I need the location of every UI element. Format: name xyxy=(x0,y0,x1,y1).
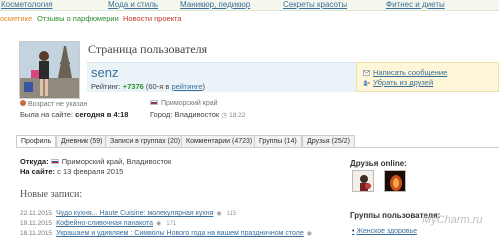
user-age-text: Возраст не указан xyxy=(28,101,88,108)
user-avatar[interactable] xyxy=(19,41,80,99)
nav-link-beauty-secrets[interactable]: Секреты красоты xyxy=(283,0,347,9)
origin-label: Откуда: xyxy=(20,157,49,166)
clock-icon: ◷ xyxy=(221,112,227,119)
list-item: 19.11.2015 Кофейно-сливочная панакота ◉ 17… xyxy=(20,220,176,227)
entry-link[interactable]: Украшаем и удивляем : Символы Нового год… xyxy=(56,230,304,237)
city-local-time: 18:22 xyxy=(229,112,246,119)
subnav-link-project-news[interactable]: Новости проекта xyxy=(123,14,182,23)
group-link-label: Женское здоровье xyxy=(356,228,418,235)
username: senz xyxy=(91,65,119,80)
entry-views: 171 xyxy=(166,221,177,227)
last-seen-label: Была на сайте: xyxy=(20,110,74,119)
new-entries-heading: Новые записи: xyxy=(20,189,83,200)
entry-date: 19.11.2015 xyxy=(20,220,53,227)
list-item: 18.11.2015 Украшаем и удивляем : Символы … xyxy=(20,230,312,237)
sub-navigation: осметике Отзывы о парфюмерии Новости про… xyxy=(0,13,499,25)
remove-friend-label: Убрать из друзей xyxy=(373,78,434,87)
remove-friend-icon xyxy=(363,79,370,86)
rating-label: Рейтинг: xyxy=(91,82,121,91)
send-message-button[interactable]: Написать сообщение xyxy=(363,68,447,77)
nav-link-fitness[interactable]: Фитнес и диеты xyxy=(386,0,445,9)
person-icon xyxy=(20,100,26,106)
city-value: Владивосток xyxy=(174,110,220,119)
rating-link[interactable]: рейтинге xyxy=(171,82,202,91)
user-header-bar: senz Рейтинг: +7376 (60-я в рейтинге) xyxy=(87,62,357,92)
friends-online-heading: Друзья online: xyxy=(350,159,407,168)
page-title: Страница пользователя xyxy=(88,42,208,56)
russia-flag-icon xyxy=(50,159,59,164)
russia-flag-icon xyxy=(150,100,158,105)
entry-date: 22.11.2015 xyxy=(20,210,53,217)
list-item: 22.11.2015 Чудо кухня... Haute Cuisine: м… xyxy=(20,210,236,217)
city-label: Город: xyxy=(150,110,173,119)
entry-link[interactable]: Кофейно-сливочная панакота xyxy=(56,220,153,227)
origin-value: Приморский край, Владивосток xyxy=(61,157,172,166)
user-rating: Рейтинг: +7376 (60-я в рейтинге) xyxy=(91,82,205,91)
nav-link-manicure[interactable]: Маникюр, педикюр xyxy=(180,0,250,9)
region-text: Приморский край xyxy=(161,100,218,107)
views-icon: ◉ xyxy=(216,211,222,217)
send-message-label: Написать сообщение xyxy=(373,68,448,77)
friend-avatar[interactable] xyxy=(352,170,374,192)
rating-place: (60-я в xyxy=(145,82,170,91)
subnav-link-perfume-reviews[interactable]: Отзывы о парфюмерии xyxy=(37,14,119,23)
user-region: Приморский край xyxy=(150,100,218,107)
site-watermark: MyCharm.ru xyxy=(422,214,483,226)
entry-link[interactable]: Чудо кухня... Haute Cuisine: молекулярна… xyxy=(56,210,213,217)
rating-close: ) xyxy=(202,82,206,91)
last-seen-value: сегодня в 4:18 xyxy=(75,110,129,119)
nav-link-fashion[interactable]: Мода и стиль xyxy=(108,0,158,9)
entry-views: 115 xyxy=(226,211,237,217)
last-seen: Была на сайте: сегодня в 4:18 xyxy=(20,110,128,119)
registration-date: На сайте: с 13 февраля 2015 xyxy=(20,167,123,176)
views-icon: ◉ xyxy=(306,231,312,237)
user-origin: Откуда: Приморский край, Владивосток xyxy=(20,157,171,166)
friend-avatar[interactable] xyxy=(384,170,406,192)
profile-content: Откуда: Приморский край, Владивосток На … xyxy=(16,148,499,241)
user-actions-panel: Написать сообщение Убрать из друзей xyxy=(356,62,499,92)
user-city: Город: Владивосток ◷ 18:22 xyxy=(150,110,245,119)
top-navigation: Косметология Мода и стиль Маникюр, педик… xyxy=(0,0,499,11)
registration-label: На сайте: xyxy=(20,167,56,176)
registration-value: с 13 февраля 2015 xyxy=(57,167,124,176)
subnav-link-cosmetics[interactable]: осметике xyxy=(0,14,32,23)
envelope-icon xyxy=(363,69,370,76)
remove-friend-button[interactable]: Убрать из друзей xyxy=(363,78,433,87)
rating-value: +7376 xyxy=(122,82,144,91)
user-age: Возраст не указан xyxy=(20,100,87,108)
nav-link-cosmetology[interactable]: Косметология xyxy=(1,0,53,9)
views-icon: ◉ xyxy=(156,221,162,227)
group-link[interactable]: • Женское здоровье xyxy=(352,228,417,235)
entry-date: 18.11.2015 xyxy=(20,230,53,237)
bullet-icon: • xyxy=(352,228,355,235)
